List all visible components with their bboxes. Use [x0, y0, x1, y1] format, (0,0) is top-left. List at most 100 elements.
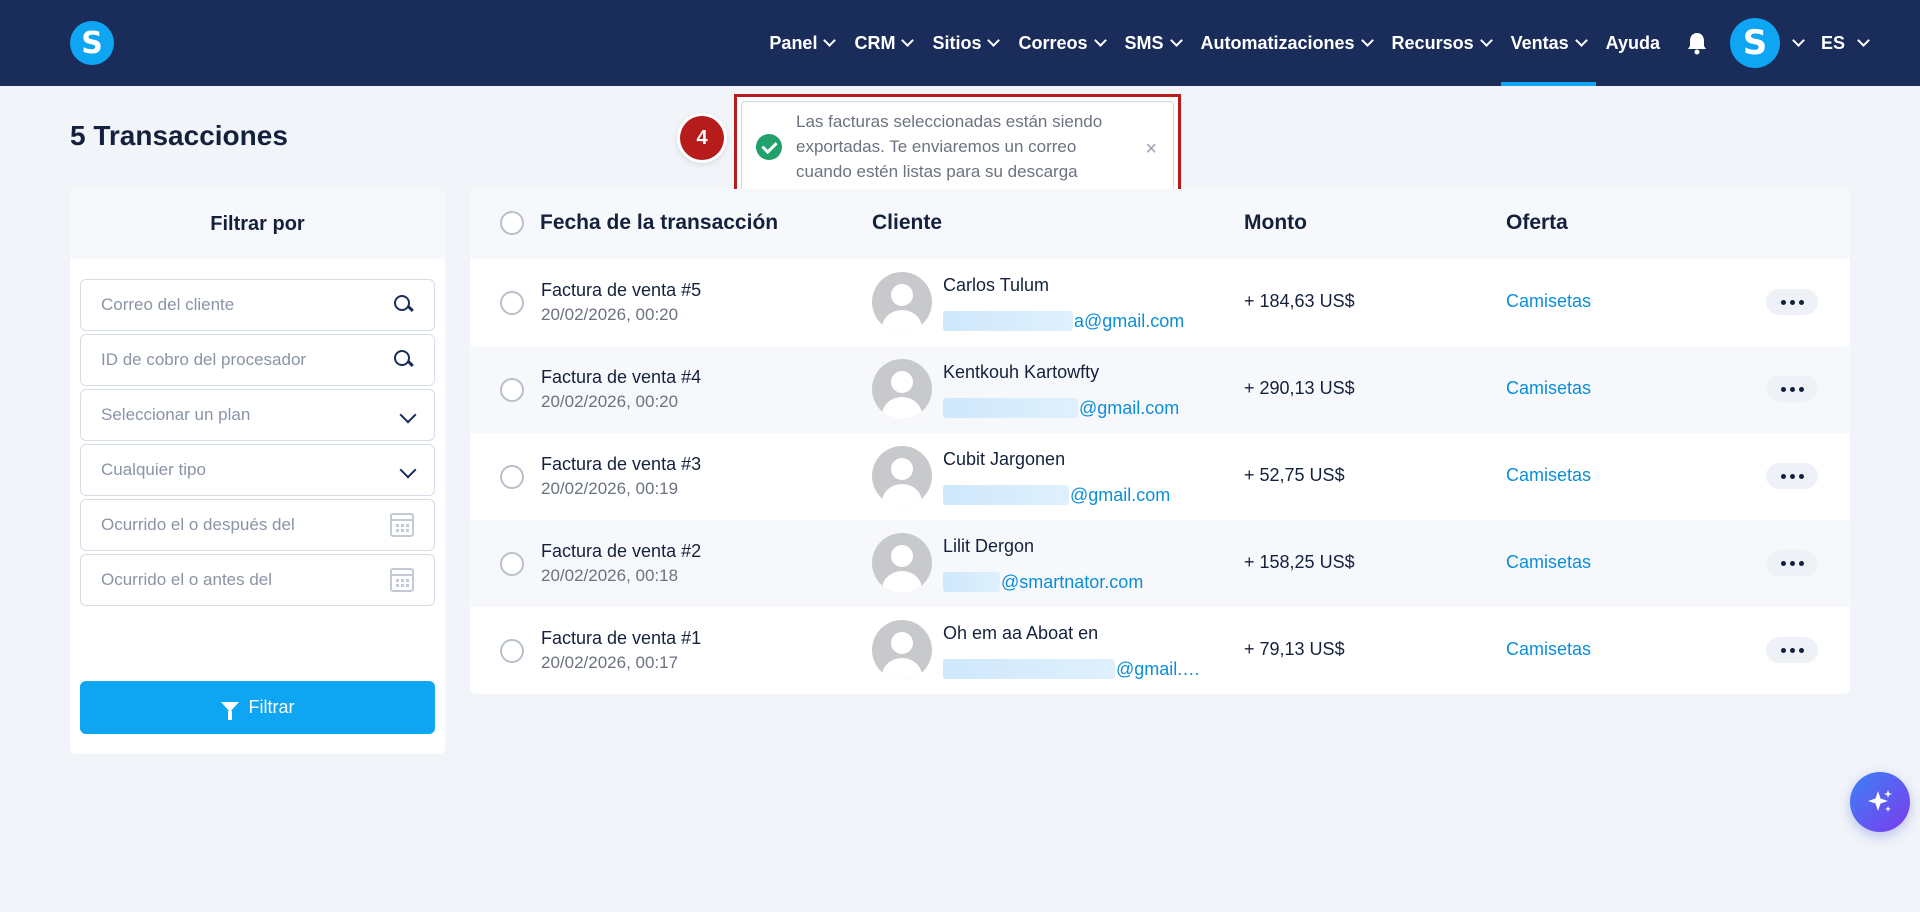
row-select-checkbox[interactable]	[500, 639, 524, 663]
customer-email[interactable]: @gmail.com	[943, 397, 1179, 419]
more-options-button[interactable]	[1766, 463, 1818, 489]
amount: + 79,13 US$	[1244, 639, 1345, 659]
row-select-checkbox[interactable]	[500, 465, 524, 489]
dot-icon	[1780, 560, 1786, 566]
invoice-title[interactable]: Factura de venta #4	[541, 367, 701, 388]
nav-item-ventas[interactable]: Ventas	[1500, 0, 1596, 86]
bell-icon[interactable]	[1686, 31, 1708, 55]
chevron-down-icon	[399, 461, 417, 479]
success-toast: Las facturas seleccionadas están siendo …	[741, 101, 1174, 192]
table-row[interactable]: Factura de venta #1 20/02/2026, 00:17 Oh…	[470, 607, 1850, 694]
header-customer[interactable]: Cliente	[872, 211, 942, 235]
nav-label: Correos	[1018, 32, 1088, 53]
customer-email[interactable]: a@gmail.com	[943, 310, 1184, 332]
nav-label: Recursos	[1391, 32, 1474, 53]
amount: + 290,13 US$	[1244, 378, 1355, 398]
table-row[interactable]: Factura de venta #5 20/02/2026, 00:20 Ca…	[470, 259, 1850, 346]
dot-icon	[1780, 473, 1786, 479]
invoice-title[interactable]: Factura de venta #1	[541, 628, 701, 649]
nav-label: Ventas	[1510, 32, 1569, 53]
dot-icon	[1798, 299, 1804, 305]
table-row[interactable]: Factura de venta #2 20/02/2026, 00:18 Li…	[470, 520, 1850, 607]
dot-icon	[1789, 299, 1795, 305]
dot-icon	[1789, 647, 1795, 653]
nav-item-automatizaciones[interactable]: Automatizaciones	[1191, 0, 1382, 86]
nav-item-sitios[interactable]: Sitios	[922, 0, 1008, 86]
nav-item-panel[interactable]: Panel	[759, 0, 844, 86]
calendar-icon	[390, 568, 414, 592]
top-navbar: S Panel CRM Sitios Correos SMS Automatiz…	[0, 0, 1920, 86]
chevron-down-icon	[987, 34, 1001, 47]
dot-icon	[1798, 647, 1804, 653]
customer-name: Oh em aa Aboat en	[943, 623, 1099, 643]
nav-label: SMS	[1124, 32, 1164, 53]
customer-email[interactable]: @smartnator.com	[943, 571, 1143, 593]
transactions-table: Fecha de la transacción Cliente Monto Of…	[470, 189, 1850, 694]
customer-email[interactable]: @gmail.…	[943, 658, 1200, 680]
step-marker-badge: 4	[680, 116, 724, 160]
search-icon	[394, 350, 414, 370]
header-offer[interactable]: Oferta	[1506, 211, 1568, 235]
invoice-title[interactable]: Factura de venta #2	[541, 541, 701, 562]
input-placeholder: ID de cobro del procesador	[101, 350, 307, 369]
nav-item-recursos[interactable]: Recursos	[1382, 0, 1501, 86]
customer-avatar	[872, 359, 932, 419]
logo-icon[interactable]: S	[70, 21, 114, 65]
language-label: ES	[1820, 32, 1845, 53]
date-before-input[interactable]: Ocurrido el o antes del	[80, 554, 435, 606]
customer-name: Kentkouh Kartowfty	[943, 362, 1100, 382]
offer-link[interactable]: Camisetas	[1506, 465, 1591, 486]
table-row[interactable]: Factura de venta #4 20/02/2026, 00:20 Ke…	[470, 346, 1850, 433]
filter-heading: Filtrar por	[70, 189, 445, 259]
chevron-down-icon	[1169, 34, 1183, 47]
dot-icon	[1798, 473, 1804, 479]
nav-item-sms[interactable]: SMS	[1115, 0, 1191, 86]
date-after-input[interactable]: Ocurrido el o después del	[80, 499, 435, 551]
user-avatar[interactable]: S	[1729, 18, 1780, 68]
nav-item-ayuda[interactable]: Ayuda	[1596, 0, 1670, 86]
filter-panel: Filtrar por Correo del cliente ID de cob…	[70, 189, 445, 754]
customer-email-input[interactable]: Correo del cliente	[80, 279, 435, 331]
row-select-checkbox[interactable]	[500, 378, 524, 402]
filter-button[interactable]: Filtrar	[80, 681, 435, 734]
email-text: @gmail.…	[1116, 658, 1201, 679]
ai-assistant-button[interactable]	[1850, 772, 1910, 832]
invoice-title[interactable]: Factura de venta #3	[541, 454, 701, 475]
processor-charge-id-input[interactable]: ID de cobro del procesador	[80, 334, 435, 386]
more-options-button[interactable]	[1766, 637, 1818, 663]
header-date[interactable]: Fecha de la transacción	[540, 211, 778, 235]
row-select-checkbox[interactable]	[500, 291, 524, 315]
dot-icon	[1789, 473, 1795, 479]
chevron-down-icon[interactable]	[1792, 34, 1805, 47]
select-all-checkbox[interactable]	[500, 211, 524, 235]
customer-avatar	[872, 533, 932, 593]
invoice-title[interactable]: Factura de venta #5	[541, 280, 701, 301]
invoice-date: 20/02/2026, 00:18	[541, 566, 679, 585]
header-amount[interactable]: Monto	[1244, 211, 1307, 235]
select-placeholder: Cualquier tipo	[101, 460, 206, 479]
offer-link[interactable]: Camisetas	[1506, 378, 1591, 399]
nav-item-crm[interactable]: CRM	[844, 0, 922, 86]
offer-link[interactable]: Camisetas	[1506, 639, 1591, 660]
amount: + 158,25 US$	[1244, 552, 1355, 572]
redacted-email-blur	[943, 398, 1078, 418]
dot-icon	[1798, 560, 1804, 566]
table-row[interactable]: Factura de venta #3 20/02/2026, 00:19 Cu…	[470, 433, 1850, 520]
chevron-down-icon	[901, 34, 915, 47]
close-icon[interactable]: ×	[1145, 138, 1157, 161]
chevron-down-icon	[399, 406, 417, 424]
offer-link[interactable]: Camisetas	[1506, 291, 1591, 312]
more-options-button[interactable]	[1766, 376, 1818, 402]
more-options-button[interactable]	[1766, 289, 1818, 315]
language-selector[interactable]: ES	[1820, 32, 1870, 54]
customer-email[interactable]: @gmail.com	[943, 484, 1170, 506]
nav-label: Sitios	[932, 32, 982, 53]
nav-item-correos[interactable]: Correos	[1008, 0, 1114, 86]
offer-link[interactable]: Camisetas	[1506, 552, 1591, 573]
plan-select[interactable]: Seleccionar un plan	[80, 389, 435, 441]
calendar-icon	[390, 513, 414, 537]
main-nav: Panel CRM Sitios Correos SMS Automatizac…	[759, 0, 1920, 86]
row-select-checkbox[interactable]	[500, 552, 524, 576]
more-options-button[interactable]	[1766, 550, 1818, 576]
type-select[interactable]: Cualquier tipo	[80, 444, 435, 496]
